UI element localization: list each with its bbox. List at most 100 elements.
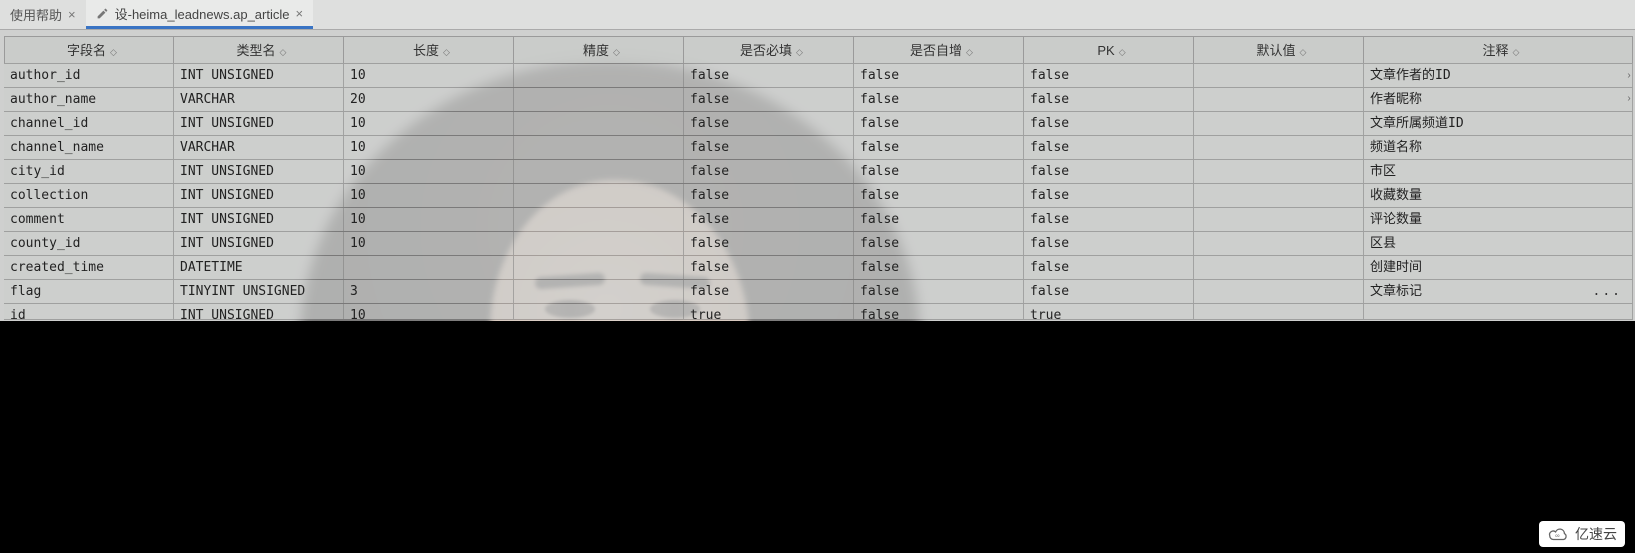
cell-field[interactable]: flag [4,280,174,303]
tab-help[interactable]: 使用帮助 × [0,0,86,29]
cell-field[interactable]: comment [4,208,174,231]
col-header-length[interactable]: 长度◇ [344,36,514,63]
cell-length[interactable]: 10 [344,184,514,207]
cell-length[interactable]: 20 [344,88,514,111]
cell-default[interactable] [1194,280,1364,303]
table-row[interactable]: county_id INT UNSIGNED 10 false false fa… [4,232,1633,256]
cell-notnull[interactable]: false [684,88,854,111]
cell-field[interactable]: author_id [4,64,174,87]
ellipsis-button[interactable]: ... [1593,280,1622,303]
cell-default[interactable] [1194,160,1364,183]
cell-comment[interactable]: 作者昵称 [1364,88,1633,111]
col-header-autoinc[interactable]: 是否自增◇ [854,36,1024,63]
col-header-precision[interactable]: 精度◇ [514,36,684,63]
cell-precision[interactable] [514,112,684,135]
table-row[interactable]: comment INT UNSIGNED 10 false false fals… [4,208,1633,232]
table-row[interactable]: flag TINYINT UNSIGNED 3 false false fals… [4,280,1633,304]
cell-field[interactable]: channel_id [4,112,174,135]
cell-comment[interactable]: 文章所属频道ID [1364,112,1633,135]
cell-precision[interactable] [514,256,684,279]
table-row[interactable]: collection INT UNSIGNED 10 false false f… [4,184,1633,208]
col-header-notnull[interactable]: 是否必填◇ [684,36,854,63]
cell-length[interactable]: 10 [344,136,514,159]
cell-autoinc[interactable]: false [854,280,1024,303]
cell-default[interactable] [1194,184,1364,207]
col-header-default[interactable]: 默认值◇ [1194,36,1364,63]
cell-type[interactable]: INT UNSIGNED [174,160,344,183]
table-row[interactable]: author_name VARCHAR 20 false false false… [4,88,1633,112]
cell-pk[interactable]: false [1024,112,1194,135]
cell-field[interactable]: city_id [4,160,174,183]
cell-notnull[interactable]: false [684,280,854,303]
cell-comment[interactable]: 区县 [1364,232,1633,255]
cell-type[interactable]: VARCHAR [174,136,344,159]
cell-length[interactable] [344,256,514,279]
col-header-comment[interactable]: 注释◇ [1364,36,1633,63]
cell-length[interactable]: 3 [344,280,514,303]
cell-type[interactable]: INT UNSIGNED [174,232,344,255]
cell-autoinc[interactable]: false [854,112,1024,135]
cell-notnull[interactable]: true [684,304,854,319]
chevron-right-icon[interactable]: › [1623,93,1635,104]
cell-pk[interactable]: false [1024,64,1194,87]
cell-comment[interactable]: 文章标记 ... [1364,280,1633,303]
cell-notnull[interactable]: false [684,232,854,255]
cell-precision[interactable] [514,304,684,319]
close-icon[interactable]: × [68,8,76,21]
cell-autoinc[interactable]: false [854,88,1024,111]
cell-type[interactable]: TINYINT UNSIGNED [174,280,344,303]
cell-comment[interactable]: 市区 [1364,160,1633,183]
close-icon[interactable]: × [295,7,303,20]
col-header-pk[interactable]: PK◇ [1024,36,1194,63]
cell-comment[interactable]: 创建时间 [1364,256,1633,279]
cell-type[interactable]: INT UNSIGNED [174,64,344,87]
cell-field[interactable]: collection [4,184,174,207]
cell-type[interactable]: INT UNSIGNED [174,208,344,231]
cell-default[interactable] [1194,232,1364,255]
cell-default[interactable] [1194,112,1364,135]
cell-precision[interactable] [514,136,684,159]
cell-precision[interactable] [514,232,684,255]
cell-pk[interactable]: false [1024,256,1194,279]
cell-default[interactable] [1194,256,1364,279]
cell-default[interactable] [1194,88,1364,111]
cell-comment[interactable]: 文章作者的ID [1364,64,1633,87]
cell-field[interactable]: county_id [4,232,174,255]
cell-precision[interactable] [514,280,684,303]
cell-length[interactable]: 10 [344,232,514,255]
cell-notnull[interactable]: false [684,136,854,159]
tab-design-ap-article[interactable]: 设-heima_leadnews.ap_article × [86,0,313,29]
cell-pk[interactable]: false [1024,88,1194,111]
table-row[interactable]: channel_name VARCHAR 10 false false fals… [4,136,1633,160]
table-row[interactable]: created_time DATETIME false false false … [4,256,1633,280]
cell-comment[interactable]: 频道名称 [1364,136,1633,159]
cell-notnull[interactable]: false [684,256,854,279]
cell-pk[interactable]: false [1024,208,1194,231]
cell-precision[interactable] [514,88,684,111]
cell-autoinc[interactable]: false [854,232,1024,255]
cell-precision[interactable] [514,64,684,87]
col-header-field[interactable]: 字段名◇ [4,36,174,63]
cell-field[interactable]: created_time [4,256,174,279]
cell-default[interactable] [1194,136,1364,159]
cell-pk[interactable]: false [1024,136,1194,159]
cell-field[interactable]: author_name [4,88,174,111]
col-header-type[interactable]: 类型名◇ [174,36,344,63]
cell-type[interactable]: INT UNSIGNED [174,184,344,207]
cell-autoinc[interactable]: false [854,160,1024,183]
cell-precision[interactable] [514,160,684,183]
cell-notnull[interactable]: false [684,160,854,183]
cell-precision[interactable] [514,184,684,207]
table-row[interactable]: id INT UNSIGNED 10 true false true [4,304,1633,320]
cell-notnull[interactable]: false [684,64,854,87]
cell-pk[interactable]: false [1024,184,1194,207]
cell-autoinc[interactable]: false [854,184,1024,207]
cell-autoinc[interactable]: false [854,208,1024,231]
cell-autoinc[interactable]: false [854,136,1024,159]
cell-comment[interactable]: 评论数量 [1364,208,1633,231]
cell-length[interactable]: 10 [344,304,514,319]
cell-default[interactable] [1194,304,1364,319]
cell-type[interactable]: VARCHAR [174,88,344,111]
cell-notnull[interactable]: false [684,112,854,135]
table-row[interactable]: author_id INT UNSIGNED 10 false false fa… [4,64,1633,88]
